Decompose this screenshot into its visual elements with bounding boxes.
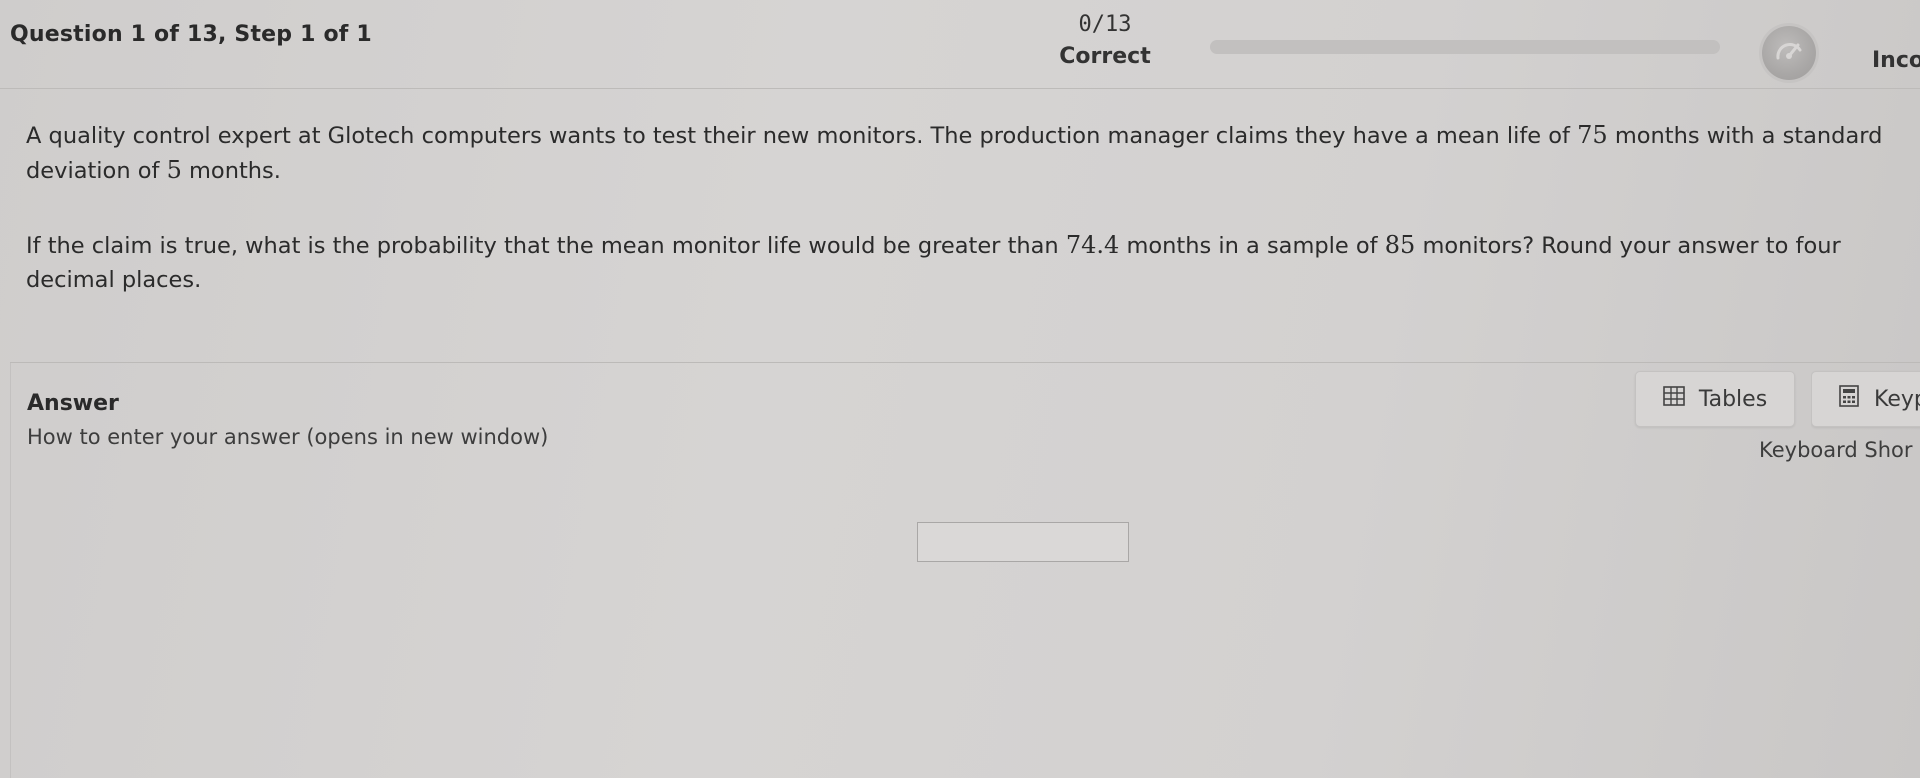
- answer-title: Answer: [27, 391, 119, 416]
- gauge-icon[interactable]: [1762, 26, 1816, 80]
- correct-count: 0/13: [1078, 12, 1132, 37]
- answer-panel: Answer How to enter your answer (opens i…: [10, 363, 1920, 778]
- tables-button[interactable]: Tables: [1635, 371, 1795, 427]
- question-paragraph-1: A quality control expert at Glotech comp…: [26, 121, 1883, 184]
- threshold-value: 74.4: [1065, 231, 1120, 259]
- calculator-icon: [1838, 385, 1860, 413]
- answer-input[interactable]: [917, 522, 1129, 562]
- keypad-button-clip: Keyp: [1811, 363, 1920, 483]
- keypad-button[interactable]: Keyp: [1811, 371, 1920, 427]
- keyboard-shortcuts-link[interactable]: Keyboard Shor: [1759, 438, 1920, 462]
- question-text: A quality control expert at Glotech comp…: [26, 118, 1920, 297]
- question-step-label: Question 1 of 13, Step 1 of 1: [10, 22, 372, 47]
- how-to-enter-answer-link[interactable]: How to enter your answer (opens in new w…: [27, 425, 548, 449]
- tables-button-label: Tables: [1698, 386, 1768, 412]
- table-grid-icon: [1663, 386, 1685, 412]
- correct-label: Correct: [1059, 44, 1151, 69]
- question-header: Question 1 of 13, Step 1 of 1 0/13 Corre…: [0, 0, 1920, 89]
- incorrect-label: Inco: [1872, 48, 1920, 73]
- score-progress-bar: [1210, 40, 1720, 54]
- sample-size-value: 85: [1384, 231, 1416, 259]
- question-paragraph-2: If the claim is true, what is the probab…: [26, 231, 1841, 293]
- sd-value: 5: [166, 156, 182, 184]
- mean-value: 75: [1577, 121, 1608, 149]
- question-page: Question 1 of 13, Step 1 of 1 0/13 Corre…: [0, 0, 1920, 778]
- keypad-button-label: Keyp: [1874, 386, 1920, 412]
